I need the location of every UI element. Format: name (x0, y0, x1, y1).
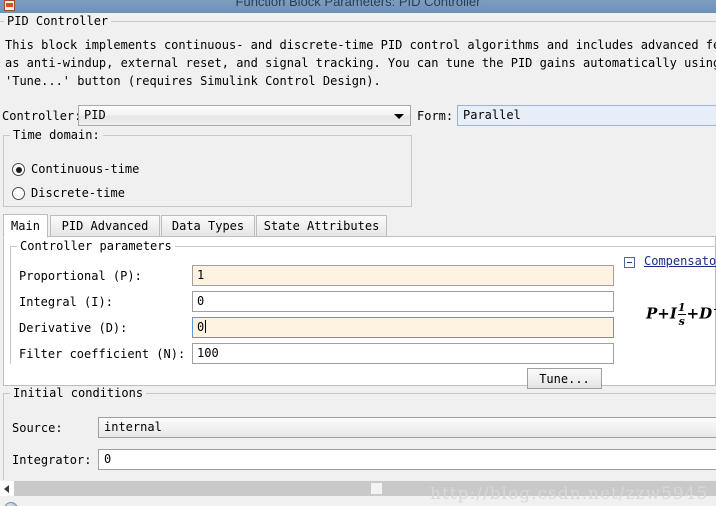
filter-coefficient-label: Filter coefficient (N): (19, 347, 186, 361)
tab-state-attributes-label: State Attributes (263, 219, 380, 233)
controller-dropdown[interactable]: PID (78, 105, 411, 126)
tab-data-types-label: Data Types (171, 219, 245, 233)
integrator-label: Integrator: (12, 453, 92, 467)
description-group-label: PID Controller (4, 14, 112, 28)
form-label: Form: (417, 109, 454, 123)
dialog-body: PID Controller This block implements con… (0, 13, 716, 506)
scrollbar-track[interactable] (14, 481, 716, 496)
dialog-window: Function Block Parameters: PID Controlle… (0, 0, 716, 506)
compensator-link[interactable]: Compensator (644, 254, 716, 268)
source-field[interactable]: internal (98, 417, 716, 438)
derivative-input[interactable]: 0 (192, 317, 614, 338)
tab-state-attributes[interactable]: State Attributes (256, 215, 387, 237)
text-caret (205, 320, 207, 333)
tab-main-label: Main (11, 219, 40, 233)
controller-parameters-label: Controller parameters (17, 239, 175, 253)
source-value: internal (104, 420, 162, 434)
form-value: Parallel (463, 108, 521, 122)
chevron-down-icon (394, 114, 404, 119)
formula-d: D (699, 304, 713, 323)
tab-pid-advanced-label: PID Advanced (61, 219, 149, 233)
controller-label: Controller: (2, 109, 82, 123)
proportional-input[interactable]: 1 (192, 265, 614, 286)
radio-discrete-time[interactable]: Discrete-time (12, 186, 125, 200)
formula-plus-2: + (686, 304, 700, 323)
integral-value: 0 (197, 294, 205, 308)
time-domain-group-label: Time domain: (10, 128, 103, 142)
tune-button[interactable]: Tune... (527, 368, 602, 389)
compensator-formula: P+I1s+D1 (646, 302, 716, 327)
radio-continuous-time[interactable]: Continuous-time (12, 162, 139, 176)
tab-pid-advanced[interactable]: PID Advanced (50, 215, 160, 237)
formula-fraction-1: 1s (677, 301, 686, 328)
integrator-input[interactable]: 0 (98, 449, 716, 470)
radio-button-icon (12, 163, 25, 176)
initial-conditions-label: Initial conditions (10, 386, 147, 400)
form-field[interactable]: Parallel (457, 105, 716, 126)
tune-button-label: Tune... (539, 372, 590, 386)
source-label: Source: (12, 421, 63, 435)
formula-frac1-denominator: s (678, 315, 685, 328)
filter-coefficient-input[interactable]: 100 (192, 343, 614, 364)
scroll-left-arrow-icon[interactable] (0, 481, 14, 496)
integral-label: Integral (I): (19, 295, 113, 309)
radio-button-icon (12, 187, 25, 200)
tab-data-types[interactable]: Data Types (161, 215, 255, 237)
controller-row: Controller: PID Form: Parallel (0, 105, 716, 129)
tab-main[interactable]: Main (3, 214, 48, 238)
derivative-value: 0 (197, 320, 205, 334)
derivative-label: Derivative (D): (19, 321, 128, 335)
filter-coefficient-value: 100 (197, 346, 219, 360)
controller-parameters-group: Controller parameters Proportional (P): … (10, 239, 716, 364)
description-group: PID Controller This block implements con… (0, 14, 716, 95)
tab-panel-main: Controller parameters Proportional (P): … (3, 236, 716, 386)
formula-p: P (646, 304, 658, 323)
help-icon[interactable] (4, 502, 18, 506)
formula-frac1-numerator: 1 (677, 301, 686, 314)
time-domain-group: Time domain: Continuous-time Discrete-ti… (3, 128, 412, 207)
bottom-bar (0, 497, 716, 506)
scrollbar-thumb[interactable] (371, 483, 382, 494)
collapse-toggle-icon[interactable] (624, 257, 635, 268)
radio-continuous-time-label: Continuous-time (31, 162, 140, 176)
radio-discrete-time-label: Discrete-time (31, 186, 125, 200)
integrator-value: 0 (104, 452, 112, 466)
window-title: Function Block Parameters: PID Controlle… (235, 0, 481, 9)
horizontal-scrollbar[interactable] (0, 480, 716, 497)
tab-strip: Main PID Advanced Data Types State Attri… (3, 214, 716, 238)
title-bar: Function Block Parameters: PID Controlle… (0, 0, 716, 13)
integral-input[interactable]: 0 (192, 291, 614, 312)
controller-dropdown-value: PID (84, 108, 106, 122)
formula-i: I (669, 304, 677, 323)
proportional-label: Proportional (P): (19, 269, 142, 283)
formula-plus-1: + (657, 304, 670, 323)
proportional-value: 1 (197, 268, 205, 282)
description-text: This block implements continuous- and di… (5, 38, 716, 88)
